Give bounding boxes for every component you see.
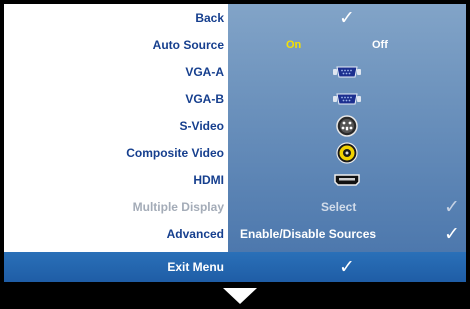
menu-row-back[interactable]: Back ✓ — [4, 6, 466, 30]
row-label-auto-source: Auto Source — [152, 38, 224, 52]
input-select-osd: Back ✓ Auto Source On Off VGA-A VGA-B S-… — [0, 0, 470, 309]
value-cell-vga-a — [228, 60, 466, 84]
multiple-display-check-icon: ✓ — [444, 196, 460, 218]
down-arrow-icon[interactable] — [223, 288, 257, 304]
value-cell-advanced[interactable]: Enable/Disable Sources ✓ — [228, 222, 466, 246]
vga-port-icon[interactable] — [324, 60, 370, 84]
row-label-advanced: Advanced — [166, 227, 224, 241]
menu-row-multiple-display: Multiple Display Select ✓ — [4, 195, 466, 219]
s-video-port-icon[interactable] — [324, 114, 370, 138]
value-cell-vga-b — [228, 87, 466, 111]
exit-check-icon[interactable]: ✓ — [328, 252, 366, 282]
auto-source-off-option[interactable]: Off — [372, 33, 388, 57]
menu-row-vga-b[interactable]: VGA-B — [4, 87, 466, 111]
value-cell-composite-video — [228, 141, 466, 165]
row-label-s-video: S-Video — [179, 119, 224, 133]
row-label-back: Back — [195, 11, 224, 25]
exit-menu-bar[interactable]: Exit Menu ✓ — [4, 252, 466, 282]
row-label-hdmi: HDMI — [193, 173, 224, 187]
menu-row-vga-a[interactable]: VGA-A — [4, 60, 466, 84]
row-label-composite-video: Composite Video — [126, 146, 224, 160]
hdmi-port-icon[interactable] — [324, 168, 370, 192]
enable-disable-sources-option[interactable]: Enable/Disable Sources — [240, 222, 376, 246]
value-cell-multiple-display: Select ✓ — [228, 195, 466, 219]
composite-rca-port-icon[interactable] — [324, 141, 370, 165]
menu-frame: Back ✓ Auto Source On Off VGA-A VGA-B S-… — [4, 4, 466, 252]
menu-row-hdmi[interactable]: HDMI — [4, 168, 466, 192]
value-cell-hdmi — [228, 168, 466, 192]
menu-row-advanced[interactable]: Advanced Enable/Disable Sources ✓ — [4, 222, 466, 246]
value-cell-s-video — [228, 114, 466, 138]
advanced-check-icon[interactable]: ✓ — [442, 222, 462, 246]
row-label-vga-b: VGA-B — [185, 92, 224, 106]
exit-menu-label: Exit Menu — [167, 260, 224, 274]
auto-source-on-option[interactable]: On — [286, 33, 301, 57]
value-cell-back[interactable]: ✓ — [228, 6, 466, 30]
value-cell-auto-source: On Off — [228, 33, 466, 57]
back-check-icon[interactable]: ✓ — [328, 6, 366, 30]
menu-row-composite-video[interactable]: Composite Video — [4, 141, 466, 165]
vga-port-icon[interactable] — [324, 87, 370, 111]
row-label-multiple-display: Multiple Display — [132, 200, 224, 214]
menu-row-auto-source[interactable]: Auto Source On Off — [4, 33, 466, 57]
multiple-display-select: Select — [321, 200, 357, 214]
menu-row-s-video[interactable]: S-Video — [4, 114, 466, 138]
row-label-vga-a: VGA-A — [185, 65, 224, 79]
